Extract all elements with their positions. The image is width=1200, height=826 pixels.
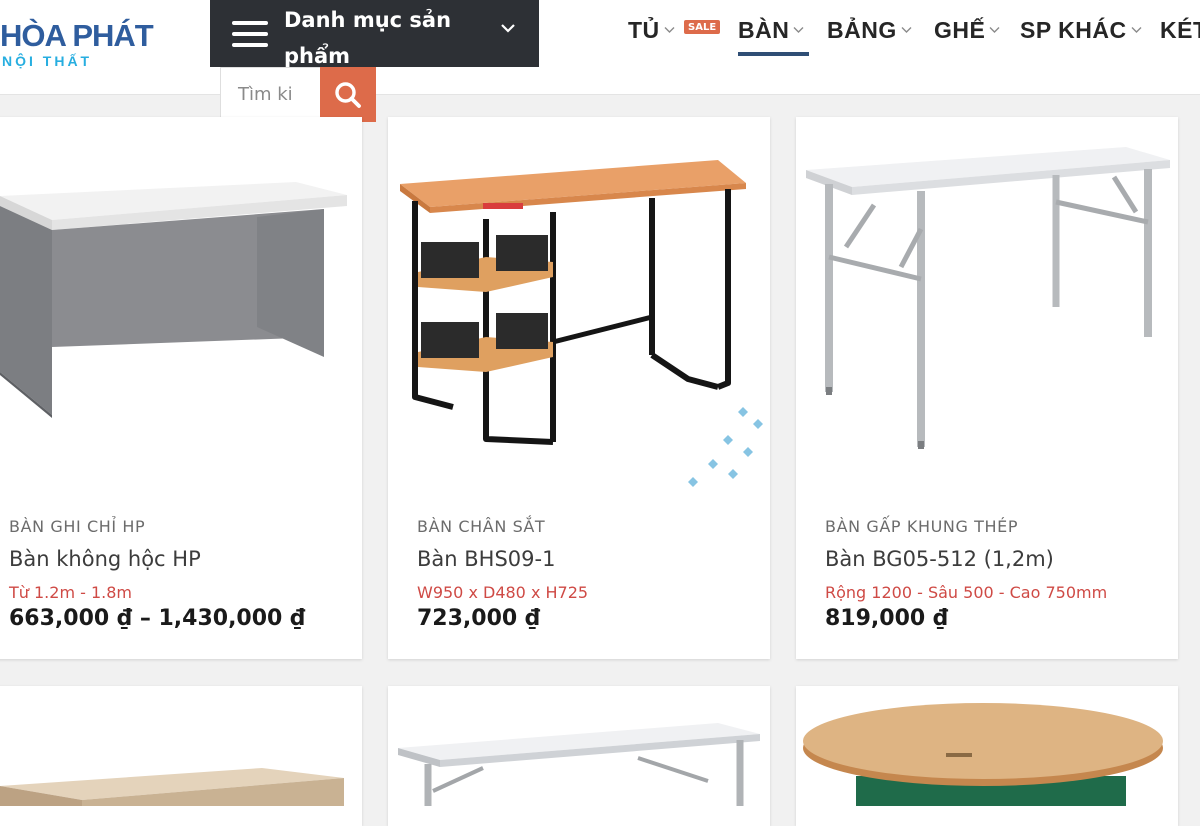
desk-wood-image bbox=[0, 768, 344, 806]
active-nav-indicator bbox=[738, 52, 809, 56]
product-card[interactable] bbox=[0, 686, 362, 826]
sale-badge: SALE bbox=[684, 20, 721, 34]
product-card[interactable]: BÀN GHI CHỈ HP Bàn không hộc HP Từ 1.2m … bbox=[0, 117, 362, 659]
product-card[interactable]: BÀN GẤP KHUNG THÉP Bàn BG05-512 (1,2m) R… bbox=[796, 117, 1178, 659]
folding-table-image bbox=[806, 147, 1170, 449]
category-menu-label: Danh mục sản phẩm bbox=[284, 8, 452, 68]
nav-item-label: GHẾ bbox=[934, 17, 986, 43]
product-name[interactable]: Bàn BG05-512 (1,2m) bbox=[825, 547, 1054, 571]
search-button[interactable] bbox=[320, 67, 376, 122]
nav-item-bang[interactable]: BẢNG bbox=[827, 17, 912, 44]
product-name[interactable]: Bàn không hộc HP bbox=[9, 547, 201, 571]
folding-table-image bbox=[398, 723, 760, 806]
chevron-down-icon bbox=[989, 27, 1000, 33]
desk-gray-image bbox=[0, 182, 347, 418]
site-logo[interactable]: HÒA PHÁT NỘI THẤT bbox=[0, 18, 180, 74]
product-spec: Từ 1.2m - 1.8m bbox=[9, 583, 133, 602]
logo-brand-text: HÒA PHÁT bbox=[0, 18, 154, 53]
product-category: BÀN GHI CHỈ HP bbox=[9, 517, 146, 536]
nav-item-label: KÉT bbox=[1160, 17, 1200, 43]
product-category: BÀN GẤP KHUNG THÉP bbox=[825, 517, 1019, 536]
product-name[interactable]: Bàn BHS09-1 bbox=[417, 547, 555, 571]
nav-item-ket[interactable]: KÉT bbox=[1160, 17, 1200, 44]
search-input[interactable]: Tìm ki bbox=[220, 67, 320, 120]
category-menu-button[interactable]: Danh mục sản phẩm bbox=[210, 0, 539, 68]
nav-item-sp-khac[interactable]: SP KHÁC bbox=[1020, 17, 1142, 44]
nav-item-label: BÀN bbox=[738, 17, 790, 43]
product-card[interactable]: BÀN CHÂN SẮT Bàn BHS09-1 W950 x D480 x H… bbox=[388, 117, 770, 659]
nav-item-ban[interactable]: BÀN bbox=[738, 17, 804, 44]
logo-sub-text: NỘI THẤT bbox=[2, 53, 93, 69]
product-card[interactable] bbox=[796, 686, 1178, 826]
desk-iron-frame-image bbox=[400, 160, 763, 487]
chevron-down-icon bbox=[1131, 27, 1142, 33]
nav-item-label: SP KHÁC bbox=[1020, 17, 1127, 43]
product-price: 723,000 ₫ bbox=[417, 606, 541, 631]
chevron-down-icon bbox=[901, 27, 912, 33]
nav-item-label: BẢNG bbox=[827, 17, 897, 43]
chevron-down-icon bbox=[501, 24, 515, 33]
chevron-down-icon bbox=[793, 27, 804, 33]
product-category: BÀN CHÂN SẮT bbox=[417, 517, 546, 536]
product-price: 819,000 ₫ bbox=[825, 606, 949, 631]
nav-item-ghe[interactable]: GHẾ bbox=[934, 17, 1000, 44]
product-spec: W950 x D480 x H725 bbox=[417, 583, 589, 602]
product-spec: Rộng 1200 - Sâu 500 - Cao 750mm bbox=[825, 583, 1108, 602]
nav-item-label: TỦ bbox=[628, 17, 660, 43]
site-header: HÒA PHÁT NỘI THẤT Danh mục sản phẩm Tìm … bbox=[0, 0, 1200, 122]
search-icon bbox=[335, 82, 361, 108]
chevron-down-icon bbox=[664, 27, 675, 33]
product-card[interactable] bbox=[388, 686, 770, 826]
hamburger-icon bbox=[232, 19, 270, 49]
nav-item-tu[interactable]: TỦ bbox=[628, 17, 675, 44]
round-table-image bbox=[803, 703, 1163, 806]
product-price: 663,000 ₫ – 1,430,000 ₫ bbox=[9, 606, 306, 631]
